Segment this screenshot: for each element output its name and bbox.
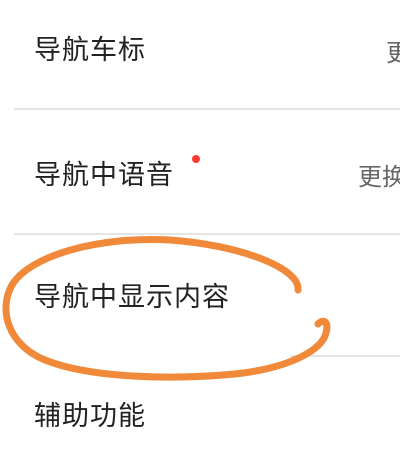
- setting-value-nav-car-icon: 更: [386, 39, 400, 67]
- divider: [290, 355, 400, 357]
- setting-row-nav-voice[interactable]: 导航中语音 更换: [0, 120, 400, 225]
- new-badge-dot: [192, 155, 200, 163]
- divider: [14, 108, 400, 110]
- setting-row-nav-display-content[interactable]: 导航中显示内容: [0, 245, 400, 345]
- setting-label-nav-display-content: 导航中显示内容: [34, 282, 230, 313]
- settings-list: 导航车标 更 导航中语音 更换 导航中显示内容 辅助功能: [0, 0, 400, 455]
- setting-label-accessibility: 辅助功能: [34, 401, 146, 432]
- setting-value-nav-voice: 更换: [358, 163, 400, 191]
- setting-label-nav-voice: 导航中语音: [34, 160, 174, 191]
- setting-row-accessibility[interactable]: 辅助功能: [0, 368, 400, 455]
- setting-row-nav-car-icon[interactable]: 导航车标 更: [0, 8, 400, 98]
- divider: [14, 233, 400, 235]
- setting-label-nav-car-icon: 导航车标: [34, 35, 146, 66]
